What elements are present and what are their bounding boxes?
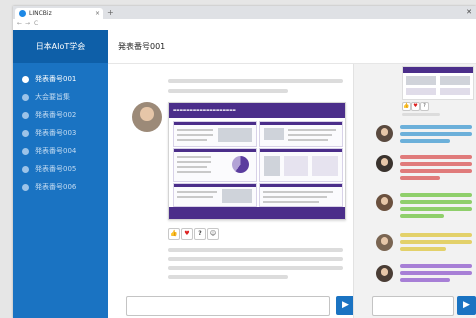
commenter-avatar xyxy=(376,234,393,251)
comment-line xyxy=(400,132,472,136)
page-header: 発表番号001 xyxy=(108,30,476,64)
chat-send-button[interactable]: ▶ xyxy=(457,296,476,315)
browser-window: LINCBiz × + ✕ ← → C 日本AIoT学会 発表番号001 大会要… xyxy=(13,6,476,318)
comment-line xyxy=(400,176,440,180)
comment-line xyxy=(400,233,472,237)
poster-thumbnail[interactable]: ▬▬▬▬▬▬▬▬▬▬▬▬▬▬▬▬▬▬▬ xyxy=(168,102,346,220)
circle-icon xyxy=(22,112,29,119)
comment-input[interactable] xyxy=(126,296,330,316)
circle-icon xyxy=(22,166,29,173)
sidebar-item-001[interactable]: 発表番号001 xyxy=(13,70,108,88)
presenter-avatar xyxy=(132,102,162,132)
comment-line xyxy=(400,271,472,275)
poster-section xyxy=(259,121,343,147)
placeholder-text-line xyxy=(168,89,288,93)
placeholder-text-line xyxy=(168,79,343,83)
sidebar-item-004[interactable]: 発表番号004 xyxy=(13,142,108,160)
sidebar: 日本AIoT学会 発表番号001 大会要旨集 発表番号002 発表番号003 発… xyxy=(13,30,108,318)
comment-line xyxy=(400,193,472,197)
comment-line xyxy=(400,125,472,129)
poster-preview-icon[interactable] xyxy=(402,66,474,100)
comment-line xyxy=(400,247,446,251)
sidebar-title: 日本AIoT学会 xyxy=(13,30,108,63)
comment-line xyxy=(400,240,472,244)
sidebar-item-label: 発表番号004 xyxy=(35,147,77,155)
chat-input[interactable] xyxy=(372,296,454,316)
heart-icon[interactable]: ♥ xyxy=(181,228,193,240)
browser-tab[interactable]: LINCBiz × xyxy=(15,8,103,19)
comment-line xyxy=(400,278,450,282)
circle-icon xyxy=(22,184,29,191)
new-tab-icon[interactable]: + xyxy=(107,6,114,19)
preview-question-icon[interactable]: ? xyxy=(420,102,429,111)
back-icon[interactable]: ← xyxy=(17,20,22,27)
placeholder-text-line xyxy=(168,257,343,261)
preview-heart-icon[interactable]: ♥ xyxy=(411,102,420,111)
commenter-avatar xyxy=(376,155,393,172)
commenter-avatar xyxy=(376,265,393,282)
presentation-area: ▬▬▬▬▬▬▬▬▬▬▬▬▬▬▬▬▬▬▬ 👍 ♥ ? ☺ ▶ xyxy=(108,64,355,318)
circle-icon xyxy=(22,94,29,101)
comment-line xyxy=(400,214,444,218)
circle-icon xyxy=(22,148,29,155)
app-favicon-icon xyxy=(19,10,26,17)
poster-footer xyxy=(169,207,345,219)
poster-section xyxy=(173,121,257,147)
placeholder-text-line xyxy=(168,275,288,279)
poster-title-text: ▬▬▬▬▬▬▬▬▬▬▬▬▬▬▬▬▬▬▬ xyxy=(173,108,236,112)
sidebar-item-label: 発表番号002 xyxy=(35,111,77,119)
sidebar-item-label: 発表番号001 xyxy=(35,75,77,83)
commenter-avatar xyxy=(376,125,393,142)
page-title: 発表番号001 xyxy=(118,42,166,51)
forward-icon[interactable]: → xyxy=(25,20,30,27)
sidebar-item-label: 発表番号003 xyxy=(35,129,77,137)
comment-line xyxy=(400,207,472,211)
sidebar-item-002[interactable]: 発表番号002 xyxy=(13,106,108,124)
preview-thumbs-up-icon[interactable]: 👍 xyxy=(402,102,411,111)
tab-bar: LINCBiz × + ✕ xyxy=(13,6,476,19)
comment-panel: 👍 ♥ ? ▶ xyxy=(353,64,476,318)
sidebar-item-abstracts[interactable]: 大会要旨集 xyxy=(13,88,108,106)
poster-title-bar: ▬▬▬▬▬▬▬▬▬▬▬▬▬▬▬▬▬▬▬ xyxy=(169,103,345,118)
sidebar-item-label: 発表番号005 xyxy=(35,165,77,173)
placeholder-text-line xyxy=(168,266,343,270)
window-close-icon[interactable]: ✕ xyxy=(466,6,472,19)
poster-section xyxy=(259,183,343,207)
smile-icon[interactable]: ☺ xyxy=(207,228,219,240)
thumbs-up-icon[interactable]: 👍 xyxy=(168,228,180,240)
poster-section xyxy=(173,148,257,182)
comment-line xyxy=(400,264,472,268)
placeholder-text-line xyxy=(168,248,343,252)
circle-icon xyxy=(22,130,29,137)
commenter-avatar xyxy=(376,194,393,211)
circle-icon xyxy=(22,76,29,83)
comment-line xyxy=(400,155,472,159)
poster-section xyxy=(173,183,257,207)
sidebar-item-006[interactable]: 発表番号006 xyxy=(13,178,108,196)
placeholder-text-line xyxy=(402,113,440,116)
sidebar-item-label: 大会要旨集 xyxy=(35,93,70,101)
question-icon[interactable]: ? xyxy=(194,228,206,240)
sidebar-item-003[interactable]: 発表番号003 xyxy=(13,124,108,142)
comment-line xyxy=(400,139,450,143)
tab-title: LINCBiz xyxy=(29,10,52,17)
close-tab-icon[interactable]: × xyxy=(95,8,100,19)
sidebar-item-label: 発表番号006 xyxy=(35,183,77,191)
comment-line xyxy=(400,162,472,166)
reload-icon[interactable]: C xyxy=(34,20,38,27)
comment-line xyxy=(400,200,472,204)
poster-section xyxy=(259,148,343,182)
comment-line xyxy=(400,169,472,173)
sidebar-list: 発表番号001 大会要旨集 発表番号002 発表番号003 発表番号004 発表… xyxy=(13,70,108,196)
sidebar-item-005[interactable]: 発表番号005 xyxy=(13,160,108,178)
